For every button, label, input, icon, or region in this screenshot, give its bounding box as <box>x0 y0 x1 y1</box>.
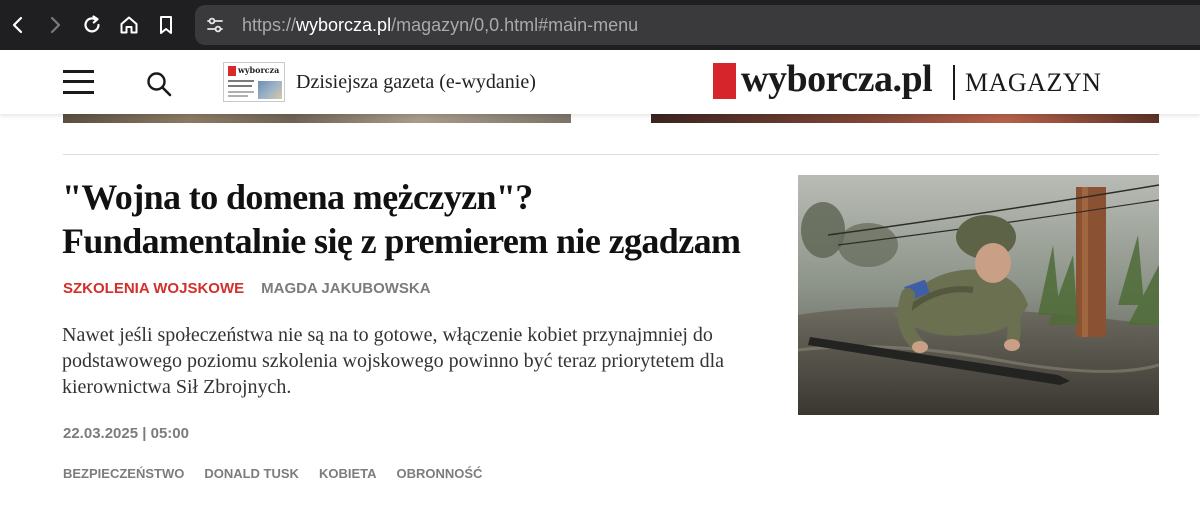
reload-icon <box>84 15 100 33</box>
tag-link[interactable]: KOBIETA <box>319 465 377 483</box>
article-category[interactable]: SZKOLENIA WOJSKOWE <box>63 280 244 297</box>
reload-button[interactable] <box>77 10 107 40</box>
article-meta: SZKOLENIA WOJSKOWE MAGDA JAKUBOWSKA <box>63 279 431 299</box>
article-author[interactable]: MAGDA JAKUBOWSKA <box>261 280 430 297</box>
bookmark-button[interactable] <box>151 10 181 40</box>
address-bar[interactable]: https://wyborcza.pl/magazyn/0,0.html#mai… <box>195 5 1200 45</box>
epaper-mast-text: wyborcza <box>238 65 280 75</box>
epaper-link[interactable]: Dzisiejsza gazeta (e-wydanie) <box>296 70 536 94</box>
article-tags: BEZPIECZEŃSTWO DONALD TUSK KOBIETA OBRON… <box>63 465 482 483</box>
url-domain: wyborcza.pl <box>296 15 392 35</box>
bookmark-icon <box>160 16 172 34</box>
site-logo[interactable]: wyborcza.pl <box>741 58 933 100</box>
tag-link[interactable]: OBRONNOŚĆ <box>397 465 483 483</box>
back-icon <box>12 16 23 34</box>
tag-link[interactable]: DONALD TUSK <box>204 465 299 483</box>
divider <box>63 154 1159 155</box>
menu-icon[interactable] <box>63 70 94 94</box>
tag-link[interactable]: BEZPIECZEŃSTWO <box>63 465 184 483</box>
site-header: wyborcza Dzisiejsza gazeta (e-wydanie) w… <box>0 50 1200 114</box>
article-headline[interactable]: "Wojna to domena mężczyzn"? Fundamentaln… <box>62 175 762 263</box>
section-name[interactable]: MAGAZYN <box>965 68 1101 98</box>
epaper-mast-mark <box>228 66 236 76</box>
article-photo[interactable] <box>798 175 1159 415</box>
home-button[interactable] <box>114 10 144 40</box>
back-button[interactable] <box>3 10 33 40</box>
epaper-photo <box>258 81 282 99</box>
article-lead: Nawet jeśli społeczeństwa nie są na to g… <box>62 324 725 398</box>
forward-icon <box>50 16 61 34</box>
forward-button[interactable] <box>40 10 70 40</box>
logo-mark <box>713 63 736 99</box>
url-text[interactable]: https://wyborcza.pl/magazyn/0,0.html#mai… <box>242 15 638 35</box>
article-date: 22.03.2025 | 05:00 <box>63 425 189 442</box>
site-settings-icon[interactable] <box>205 15 225 35</box>
browser-toolbar: https://wyborcza.pl/magazyn/0,0.html#mai… <box>0 0 1200 50</box>
url-path: /magazyn/0,0.html#main-menu <box>391 15 639 35</box>
epaper-thumbnail[interactable]: wyborcza <box>223 62 285 102</box>
url-prefix: https:// <box>242 15 297 35</box>
search-icon[interactable] <box>146 71 172 97</box>
home-icon <box>120 16 138 34</box>
logo-divider <box>953 65 955 100</box>
